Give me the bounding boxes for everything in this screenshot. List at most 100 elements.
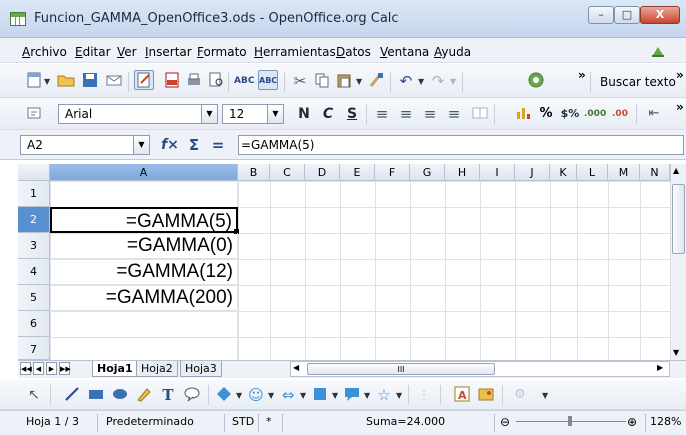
email-icon[interactable]	[104, 71, 124, 91]
justify-icon[interactable]: ≡	[444, 104, 464, 124]
zoom-out-icon[interactable]: ⊖	[500, 415, 510, 429]
basic-shapes-icon[interactable]	[214, 385, 234, 405]
column-header-h[interactable]: H	[445, 164, 480, 181]
spellcheck-icon[interactable]: ABC	[234, 71, 254, 91]
column-header-n[interactable]: N	[640, 164, 670, 181]
edit-file-icon[interactable]	[134, 70, 154, 90]
cut-icon[interactable]: ✂	[290, 71, 310, 91]
sheet-tab-hoja1[interactable]: Hoja1	[92, 361, 138, 377]
callouts-dropdown-icon[interactable]: ▼	[364, 391, 370, 400]
scroll-up-icon[interactable]: ▲	[673, 166, 679, 175]
name-box[interactable]: A2 ▼	[20, 135, 150, 155]
print-preview-icon[interactable]	[206, 71, 226, 91]
navigator-icon[interactable]	[526, 71, 546, 91]
font-name-select[interactable]: Arial ▼	[58, 104, 218, 124]
prev-sheet-icon[interactable]: ◀	[33, 362, 44, 375]
menu-ayuda[interactable]: Ayuda	[434, 45, 471, 59]
cell-a3[interactable]: =GAMMA(0)	[50, 233, 238, 259]
column-header-m[interactable]: M	[608, 164, 640, 181]
italic-icon[interactable]: C	[318, 104, 338, 124]
undo-icon[interactable]: ↶	[396, 71, 416, 91]
menu-datos[interactable]: Datos	[336, 45, 371, 59]
toolbar-overflow-icon[interactable]: »	[578, 68, 586, 82]
first-sheet-icon[interactable]: ◀◀	[20, 362, 32, 375]
minimize-button[interactable]: –	[588, 6, 614, 24]
currency-format-icon[interactable]	[512, 104, 532, 124]
maximize-button[interactable]: □	[614, 6, 640, 24]
rectangle-icon[interactable]	[86, 385, 106, 405]
arrows-dropdown-icon[interactable]: ▼	[300, 391, 306, 400]
callouts-icon[interactable]	[342, 385, 362, 405]
styles-icon[interactable]	[24, 104, 44, 124]
menu-editar[interactable]: Editar	[75, 45, 111, 59]
chevron-down-icon[interactable]: ▼	[133, 136, 149, 154]
select-arrow-icon[interactable]: ↖	[24, 385, 44, 405]
vertical-scroll-thumb[interactable]	[672, 184, 685, 254]
sheet-tab-hoja3[interactable]: Hoja3	[180, 361, 222, 377]
extrusion-icon[interactable]: ⚙	[510, 385, 530, 405]
shapes-dropdown-icon[interactable]: ▼	[236, 391, 242, 400]
column-header-l[interactable]: L	[577, 164, 608, 181]
autospellcheck-icon[interactable]: ABC	[258, 70, 278, 90]
column-header-d[interactable]: D	[305, 164, 340, 181]
symbol-dropdown-icon[interactable]: ▼	[268, 391, 274, 400]
status-selection-mode[interactable]: STD	[232, 415, 254, 428]
column-header-k[interactable]: K	[550, 164, 577, 181]
points-icon[interactable]: ⋮	[414, 385, 434, 405]
row-header-4[interactable]: 4	[18, 259, 50, 285]
sheet-tab-hoja2[interactable]: Hoja2	[136, 361, 178, 377]
row-header-2[interactable]: 2	[18, 207, 50, 233]
column-header-j[interactable]: J	[515, 164, 550, 181]
clone-formatting-icon[interactable]	[366, 71, 386, 91]
cell-a5[interactable]: =GAMMA(200)	[50, 285, 238, 311]
export-pdf-icon[interactable]	[162, 71, 182, 91]
stars-dropdown-icon[interactable]: ▼	[396, 391, 402, 400]
menu-ver[interactable]: Ver	[117, 45, 137, 59]
percent-format-icon[interactable]: %	[536, 104, 556, 124]
paste-dropdown-icon[interactable]: ▼	[356, 77, 362, 86]
column-header-i[interactable]: I	[480, 164, 515, 181]
row-header-6[interactable]: 6	[18, 311, 50, 337]
from-file-icon[interactable]	[476, 385, 496, 405]
underline-icon[interactable]: S	[342, 104, 362, 124]
merge-cells-icon[interactable]	[470, 104, 490, 124]
status-zoom[interactable]: 128%	[650, 415, 681, 428]
scroll-down-icon[interactable]: ▼	[673, 348, 679, 357]
function-equals-icon[interactable]: =	[208, 135, 228, 155]
menu-ventana[interactable]: Ventana	[380, 45, 429, 59]
column-header-f[interactable]: F	[375, 164, 410, 181]
status-page-style[interactable]: Predeterminado	[106, 415, 194, 428]
column-header-b[interactable]: B	[238, 164, 270, 181]
drawing-toolbar-dropdown-icon[interactable]: ▼	[542, 391, 548, 400]
last-sheet-icon[interactable]: ▶▶	[59, 362, 71, 375]
vertical-scrollbar[interactable]: ▲ ▼	[670, 164, 686, 360]
redo-dropdown-icon[interactable]: ▼	[450, 77, 456, 86]
cell-a2[interactable]: =GAMMA(5)	[50, 207, 238, 233]
paste-icon[interactable]	[334, 71, 354, 91]
flowchart-icon[interactable]	[310, 385, 330, 405]
number-format-icon[interactable]: $%	[560, 104, 580, 124]
cell-a4[interactable]: =GAMMA(12)	[50, 259, 238, 285]
align-right-icon[interactable]: ≡	[420, 104, 440, 124]
document-close-icon[interactable]	[650, 43, 666, 59]
find-overflow-icon[interactable]: »	[676, 68, 684, 82]
redo-icon[interactable]: ↷	[428, 71, 448, 91]
chevron-down-icon[interactable]: ▼	[267, 105, 283, 123]
row-header-5[interactable]: 5	[18, 285, 50, 311]
row-header-1[interactable]: 1	[18, 181, 50, 207]
scroll-right-icon[interactable]: ▶	[657, 363, 663, 372]
delete-decimal-icon[interactable]: .00	[610, 104, 630, 124]
column-header-c[interactable]: C	[270, 164, 305, 181]
line-icon[interactable]	[62, 385, 82, 405]
stars-icon[interactable]: ☆	[374, 385, 394, 405]
function-wizard-icon[interactable]: f×	[160, 135, 180, 155]
row-header-3[interactable]: 3	[18, 233, 50, 259]
text-tool-icon[interactable]: T	[158, 385, 178, 405]
menu-insertar[interactable]: Insertar	[145, 45, 192, 59]
close-button[interactable]: X	[640, 6, 680, 24]
block-arrows-icon[interactable]: ⇔	[278, 385, 298, 405]
chevron-down-icon[interactable]: ▼	[201, 105, 217, 123]
scroll-left-icon[interactable]: ◀	[293, 363, 299, 372]
bold-icon[interactable]: N	[294, 104, 314, 124]
row-header-7[interactable]: 7	[18, 337, 50, 360]
